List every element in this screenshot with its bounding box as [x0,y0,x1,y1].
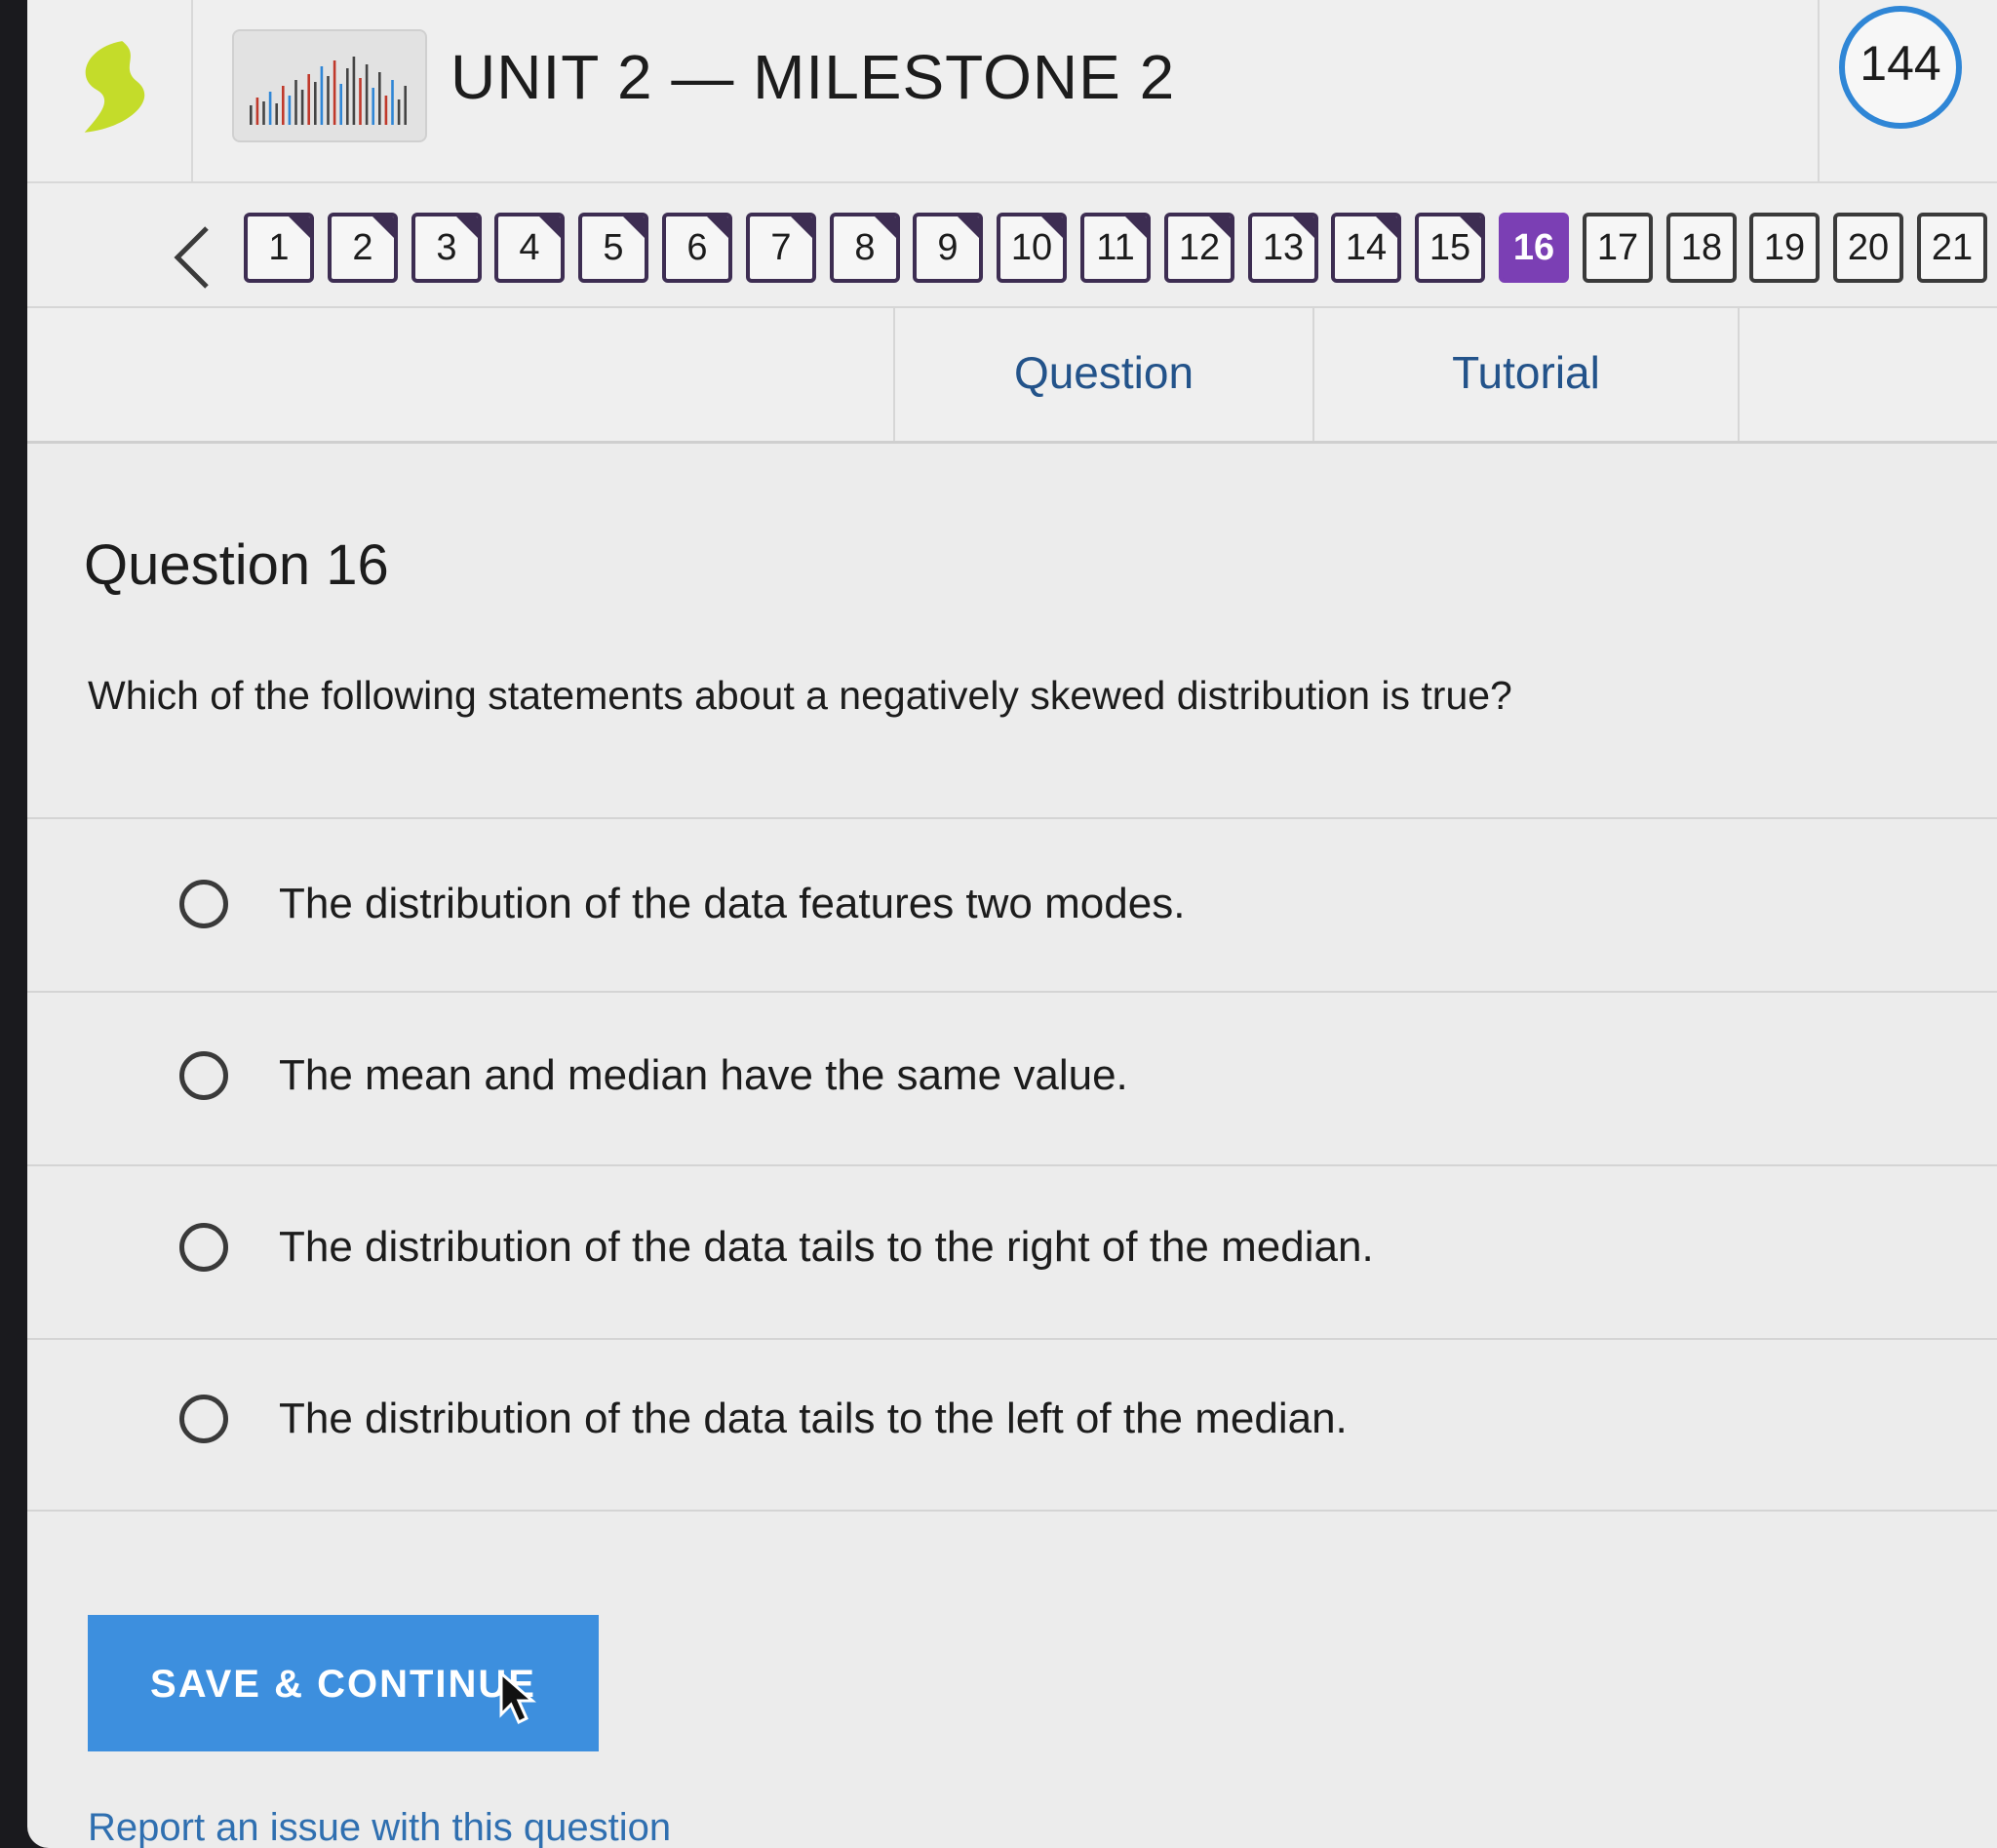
radio-button[interactable] [179,1395,228,1443]
logo-cell [27,0,193,181]
thumbnail-bar [268,92,272,125]
sophia-leaf-icon [84,41,145,133]
tab-tutorial[interactable]: Tutorial [1312,308,1740,441]
thumbnail-bar [372,88,374,125]
thumbnail-bar [359,78,362,125]
question-number-6[interactable]: 6 [662,213,732,283]
thumbnail-bar [391,80,394,125]
thumbnail-bar [397,99,401,125]
question-number-21[interactable]: 21 [1917,213,1987,283]
question-number-10[interactable]: 10 [997,213,1067,283]
question-title: Question 16 [84,533,389,597]
answer-option-1[interactable]: The distribution of the data features tw… [27,821,1997,991]
radio-button[interactable] [179,1223,228,1272]
thumbnail-bar [384,96,388,125]
thumbnail-bar [288,96,292,125]
report-issue-link[interactable]: Report an issue with this question [88,1806,671,1848]
question-number-16[interactable]: 16 [1499,213,1569,283]
tab-bar: Question Tutorial [27,308,1997,444]
answer-option-4[interactable]: The distribution of the data tails to th… [27,1336,1997,1506]
answer-option-label: The mean and median have the same value. [279,1051,1128,1099]
question-prompt: Which of the following statements about … [88,673,1512,718]
thumbnail-bar [307,74,310,125]
timer-value: 144 [1860,36,1941,91]
app-screen: UNIT 2 — MILESTONE 2 144 1 2 3 4 5 6 7 8 9 10 11 12… [27,0,1997,1848]
thumbnail-bar [365,64,369,125]
chevron-left-icon[interactable] [164,218,222,296]
radio-button[interactable] [179,880,228,928]
question-number-17[interactable]: 17 [1583,213,1653,283]
question-number-14[interactable]: 14 [1331,213,1401,283]
thumbnail-bar [250,105,253,125]
answer-option-3[interactable]: The distribution of the data tails to th… [27,1164,1997,1334]
answer-option-label: The distribution of the data tails to th… [279,1223,1374,1271]
question-number-19[interactable]: 19 [1749,213,1820,283]
divider [27,817,1997,819]
unit-thumbnail-icon [232,29,427,142]
divider [27,1510,1997,1512]
answer-option-2[interactable]: The mean and median have the same value. [27,993,1997,1162]
thumbnail-bar [378,72,381,125]
question-number-5[interactable]: 5 [578,213,648,283]
thumbnail-bar [404,86,407,125]
tab-question[interactable]: Question [893,308,1312,441]
question-number-12[interactable]: 12 [1164,213,1234,283]
question-number-11[interactable]: 11 [1080,213,1151,283]
thumbnail-bar [314,82,317,125]
question-number-1[interactable]: 1 [244,213,314,283]
thumbnail-bar [327,76,330,125]
question-number-20[interactable]: 20 [1833,213,1903,283]
question-number-15[interactable]: 15 [1415,213,1485,283]
question-number-2[interactable]: 2 [328,213,398,283]
thumbnail-bar [352,57,356,125]
question-number-3[interactable]: 3 [411,213,482,283]
question-number-13[interactable]: 13 [1248,213,1318,283]
question-number-4[interactable]: 4 [494,213,565,283]
answer-option-label: The distribution of the data tails to th… [279,1395,1348,1442]
thumbnail-bar [275,103,278,125]
unit-title: UNIT 2 — MILESTONE 2 [450,42,1176,112]
thumbnail-bar [333,60,336,125]
thumbnail-bar [262,101,265,125]
question-number-9[interactable]: 9 [913,213,983,283]
question-number-7[interactable]: 7 [746,213,816,283]
thumbnail-bar [346,68,349,125]
thumbnail-bar [282,86,285,125]
thumbnail-bar [255,98,259,125]
question-number-18[interactable]: 18 [1666,213,1737,283]
thumbnail-bar [339,84,342,125]
thumbnail-bar [300,90,304,125]
header-bar: UNIT 2 — MILESTONE 2 144 [27,0,1997,183]
answer-option-label: The distribution of the data features tw… [279,880,1186,927]
question-number-8[interactable]: 8 [830,213,900,283]
question-nav: 1 2 3 4 5 6 7 8 9 10 11 12 13 14 15 16 17 18 19 20 21 [27,183,1997,308]
radio-button[interactable] [179,1051,228,1100]
mouse-cursor-icon [499,1671,536,1725]
thumbnail-bar [320,66,324,125]
thumbnail-bar [294,80,297,125]
